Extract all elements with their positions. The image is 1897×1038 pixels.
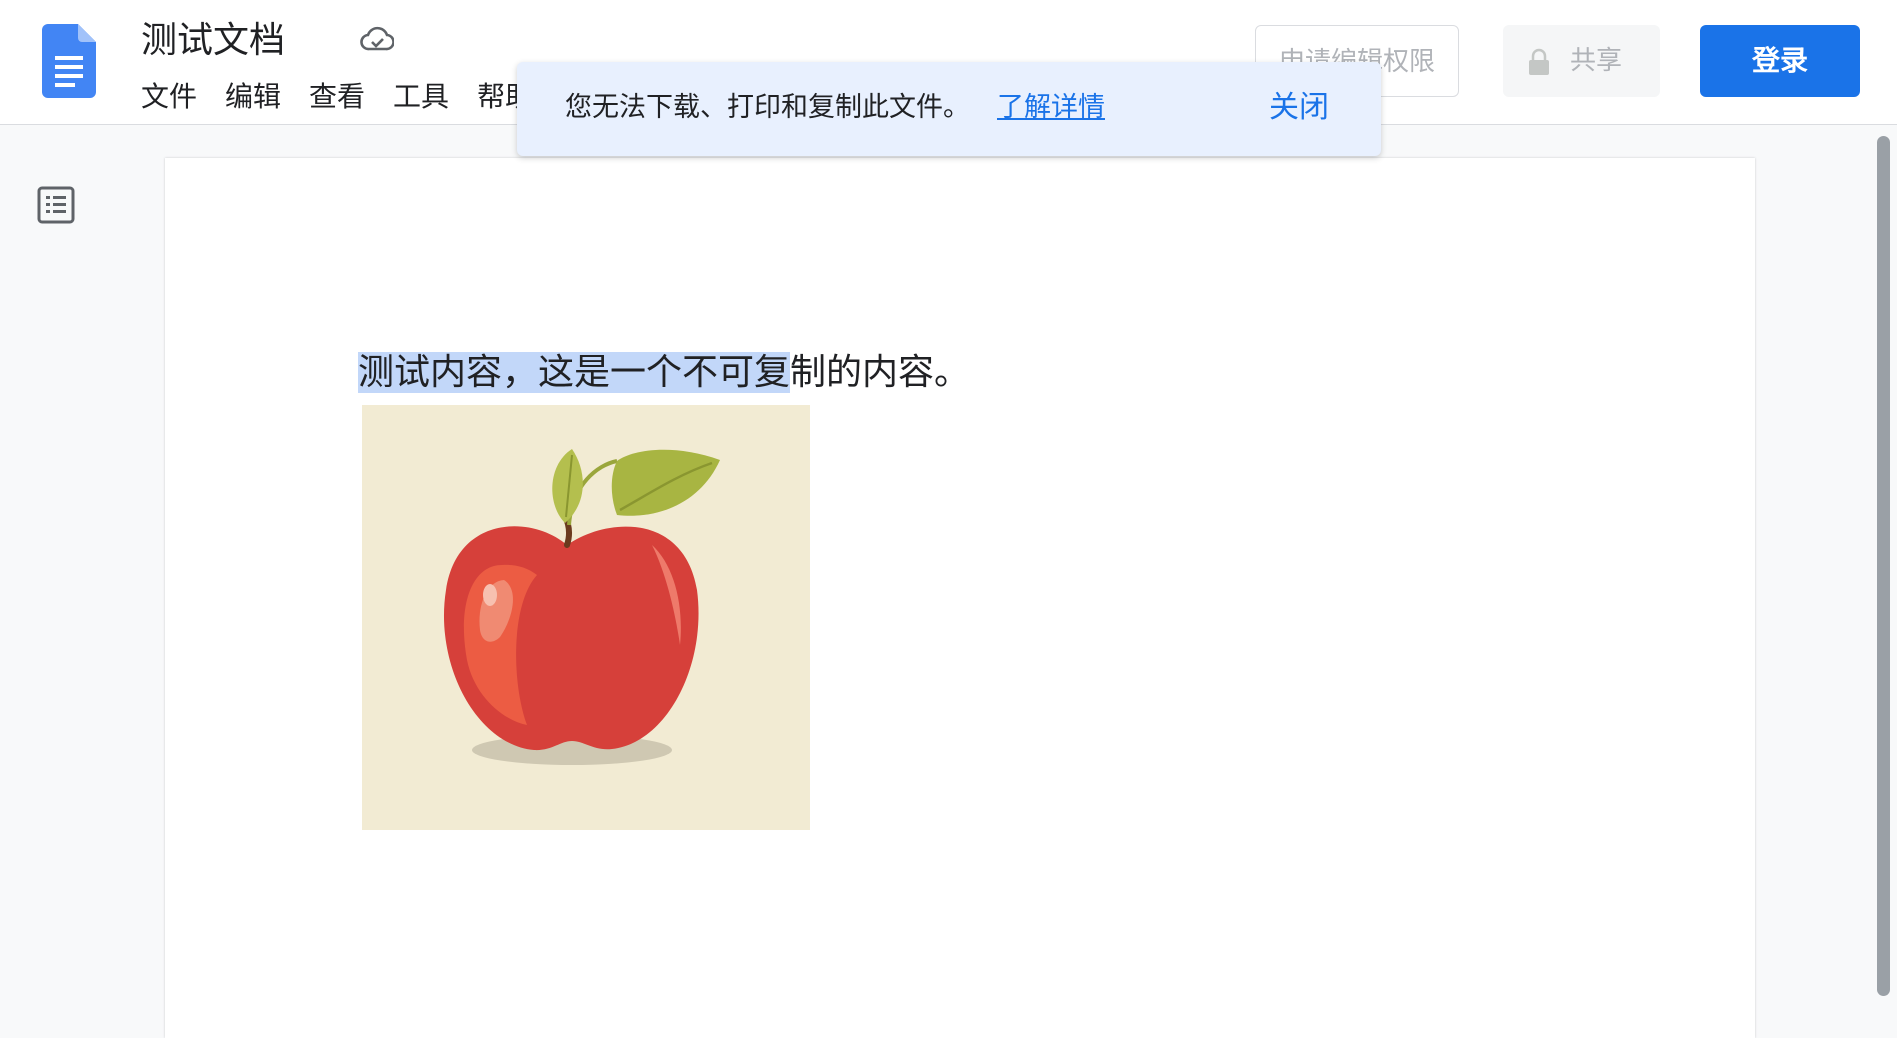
menu-file[interactable]: 文件 xyxy=(141,78,197,116)
unselected-text: 制的内容。 xyxy=(790,352,971,393)
menu-edit[interactable]: 编辑 xyxy=(225,78,281,116)
login-button[interactable]: 登录 xyxy=(1700,25,1860,97)
document-title[interactable]: 测试文档 xyxy=(141,16,285,66)
lock-icon xyxy=(1529,48,1549,75)
selected-text: 测试内容，这是一个不可复 xyxy=(358,352,791,393)
apple-image[interactable] xyxy=(362,405,810,830)
document-text[interactable]: 测试内容，这是一个不可复制的内容。 xyxy=(358,348,970,398)
menu-tools[interactable]: 工具 xyxy=(393,78,449,116)
menu-view[interactable]: 查看 xyxy=(309,78,365,116)
learn-more-link[interactable]: 了解详情 xyxy=(997,86,1105,130)
menu-bar: 文件 编辑 查看 工具 帮助 xyxy=(141,78,561,116)
cloud-check-icon[interactable] xyxy=(360,26,394,52)
restriction-banner: 您无法下载、打印和复制此文件。 了解详情 关闭 xyxy=(517,62,1381,156)
close-banner-button[interactable]: 关闭 xyxy=(1269,86,1329,130)
banner-message: 您无法下载、打印和复制此文件。 xyxy=(565,92,970,123)
document-outline-icon[interactable] xyxy=(37,186,75,224)
share-button[interactable]: 共享 xyxy=(1503,25,1660,97)
docs-logo-icon[interactable] xyxy=(42,24,96,98)
share-label: 共享 xyxy=(1570,46,1623,76)
scrollbar-thumb[interactable] xyxy=(1877,136,1890,996)
